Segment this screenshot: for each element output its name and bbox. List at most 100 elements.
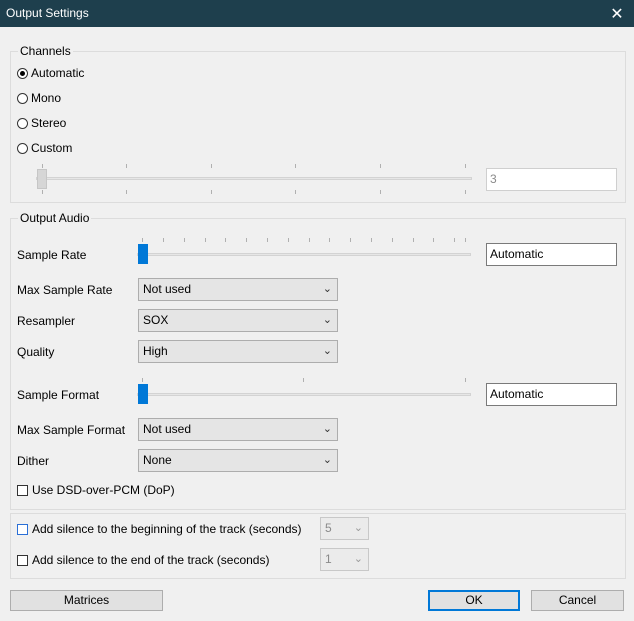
silence-begin-checkbox-box <box>17 523 28 535</box>
max-sample-rate-select[interactable]: Not used ⌄ <box>138 278 338 301</box>
slider-thumb[interactable] <box>138 244 148 264</box>
radio-stereo-label: Stereo <box>31 116 67 130</box>
slider-tick <box>211 164 212 168</box>
dither-value: None <box>143 453 172 467</box>
slider-tick <box>350 238 351 242</box>
slider-tick <box>42 190 43 194</box>
radio-automatic-label: Automatic <box>31 66 85 80</box>
sample-rate-label: Sample Rate <box>17 248 87 262</box>
chevron-down-icon: ⌄ <box>322 314 332 326</box>
slider-track <box>137 393 471 396</box>
silence-begin-label: Add silence to the beginning of the trac… <box>32 522 302 536</box>
slider-tick <box>288 238 289 242</box>
slider-tick <box>184 238 185 242</box>
slider-tick <box>295 190 296 194</box>
quality-select[interactable]: High ⌄ <box>138 340 338 363</box>
channels-legend: Channels <box>18 44 73 58</box>
slider-tick <box>380 164 381 168</box>
max-sample-rate-value: Not used <box>143 282 192 296</box>
custom-channels-slider[interactable] <box>36 164 472 194</box>
slider-tick <box>465 190 466 194</box>
chevron-down-icon: ⌄ <box>353 522 363 534</box>
quality-label: Quality <box>17 345 55 359</box>
silence-end-checkbox-box <box>17 554 28 566</box>
chevron-down-icon: ⌄ <box>353 553 363 565</box>
ok-button[interactable]: OK <box>428 590 520 611</box>
chevron-down-icon: ⌄ <box>322 423 332 435</box>
radio-stereo[interactable]: Stereo <box>17 116 66 130</box>
matrices-button[interactable]: Matrices <box>10 590 163 611</box>
chevron-down-icon: ⌄ <box>322 454 332 466</box>
silence-begin-checkbox[interactable]: Add silence to the beginning of the trac… <box>17 522 302 536</box>
silence-end-checkbox[interactable]: Add silence to the end of the track (sec… <box>17 553 269 567</box>
resampler-value: SOX <box>143 313 169 327</box>
slider-tick <box>225 238 226 242</box>
resampler-label: Resampler <box>17 314 76 328</box>
slider-tick <box>246 238 247 242</box>
slider-thumb[interactable] <box>138 384 148 404</box>
silence-end-select[interactable]: 1 ⌄ <box>320 548 369 571</box>
custom-channels-field[interactable]: 3 <box>486 168 617 191</box>
slider-tick <box>371 238 372 242</box>
slider-tick <box>163 238 164 242</box>
slider-tick <box>142 238 143 242</box>
resampler-select[interactable]: SOX ⌄ <box>138 309 338 332</box>
radio-mono-label: Mono <box>31 91 62 105</box>
slider-tick <box>205 238 206 242</box>
radio-mono[interactable]: Mono <box>17 91 61 105</box>
quality-value: High <box>143 344 168 358</box>
radio-stereo-indicator <box>17 117 28 129</box>
slider-tick <box>465 238 466 242</box>
silence-begin-value: 5 <box>325 521 332 535</box>
sample-format-field[interactable]: Automatic <box>486 383 617 406</box>
chevron-down-icon: ⌄ <box>322 345 332 357</box>
slider-tick <box>392 238 393 242</box>
slider-tick <box>454 238 455 242</box>
slider-tick <box>42 164 43 168</box>
slider-tick <box>211 190 212 194</box>
slider-tick <box>295 164 296 168</box>
dither-select[interactable]: None ⌄ <box>138 449 338 472</box>
sample-rate-slider[interactable] <box>137 238 471 268</box>
slider-tick <box>380 190 381 194</box>
slider-tick <box>465 378 466 382</box>
silence-end-label: Add silence to the end of the track (sec… <box>32 553 270 567</box>
silence-begin-select[interactable]: 5 ⌄ <box>320 517 369 540</box>
radio-custom-indicator <box>17 142 28 154</box>
radio-mono-indicator <box>17 92 28 104</box>
slider-track <box>137 253 471 256</box>
close-icon[interactable]: ✕ <box>600 0 634 27</box>
sample-format-slider[interactable] <box>137 378 471 408</box>
cancel-button[interactable]: Cancel <box>531 590 624 611</box>
dop-checkbox-box <box>17 484 28 496</box>
slider-tick <box>126 190 127 194</box>
title-bar: Output Settings ✕ <box>0 0 634 27</box>
chevron-down-icon: ⌄ <box>322 283 332 295</box>
radio-automatic[interactable]: Automatic <box>17 66 84 80</box>
max-sample-format-label: Max Sample Format <box>17 423 126 437</box>
dither-label: Dither <box>17 454 50 468</box>
sample-rate-field[interactable]: Automatic <box>486 243 617 266</box>
silence-end-value: 1 <box>325 552 332 566</box>
dop-checkbox[interactable]: Use DSD-over-PCM (DoP) <box>17 483 175 497</box>
slider-tick <box>303 378 304 382</box>
slider-tick <box>433 238 434 242</box>
output-audio-legend: Output Audio <box>18 211 92 225</box>
dop-checkbox-label: Use DSD-over-PCM (DoP) <box>32 483 175 497</box>
slider-tick <box>142 378 143 382</box>
slider-tick <box>267 238 268 242</box>
radio-custom[interactable]: Custom <box>17 141 72 155</box>
slider-thumb[interactable] <box>37 169 47 189</box>
radio-automatic-indicator <box>17 67 28 79</box>
slider-tick <box>413 238 414 242</box>
window-title: Output Settings <box>6 6 89 20</box>
max-sample-format-value: Not used <box>143 422 192 436</box>
slider-tick <box>126 164 127 168</box>
sample-format-label: Sample Format <box>17 388 100 402</box>
slider-tick <box>465 164 466 168</box>
slider-tick <box>329 238 330 242</box>
max-sample-format-select[interactable]: Not used ⌄ <box>138 418 338 441</box>
slider-tick <box>309 238 310 242</box>
radio-custom-label: Custom <box>31 141 73 155</box>
slider-track <box>36 177 472 180</box>
